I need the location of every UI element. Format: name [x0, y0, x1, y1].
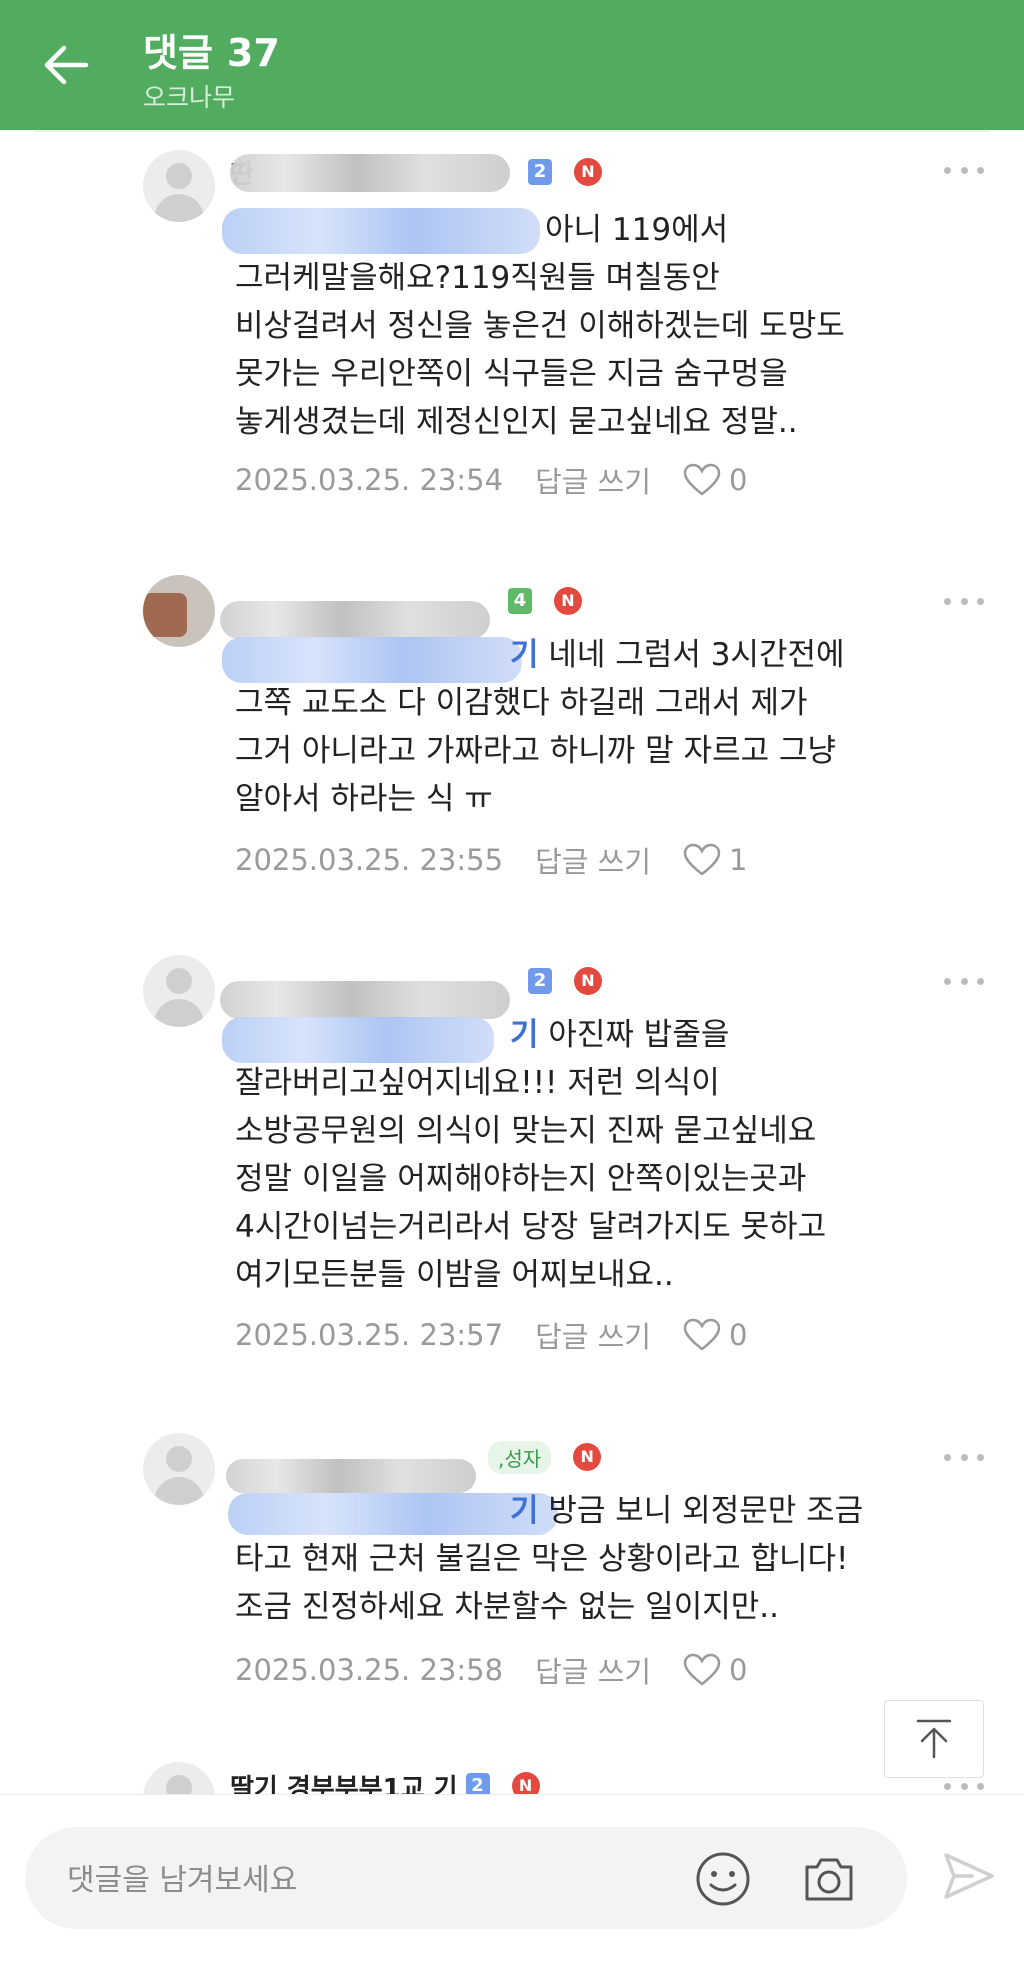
- new-badge: N: [573, 1443, 602, 1471]
- title-tag-badge: ,성자: [488, 1440, 552, 1474]
- like-button[interactable]: 0: [683, 463, 747, 497]
- smiley-icon[interactable]: [693, 1849, 753, 1909]
- new-badge: N: [574, 967, 602, 995]
- comment-text: 기 네네 그럼서 3시간전에 그쪽 교도소 다 이감했다 하길래 그래서 제가 …: [235, 637, 845, 817]
- comment-date: 2025.03.25. 23:55: [235, 843, 504, 877]
- reply-button[interactable]: 답글 쓰기: [535, 839, 651, 881]
- heart-outline-icon: [683, 463, 721, 496]
- heart-outline-icon: [683, 1318, 721, 1351]
- page-title: 댓글 37: [143, 22, 294, 77]
- comment-meta: 2025.03.25. 23:54 답글 쓰기 0: [235, 460, 747, 500]
- more-options-button[interactable]: [944, 591, 984, 611]
- comment-text: 기 아진짜 밥줄을 잘라버리고싶어지네요!!! 저런 의식이 소방공무원의 의식…: [235, 1017, 827, 1293]
- author-row: 4 N: [220, 581, 582, 639]
- send-icon[interactable]: [942, 1851, 996, 1901]
- scroll-top-button[interactable]: [884, 1700, 984, 1778]
- app-header: 댓글 37 오크나무: [0, 0, 1024, 130]
- author-name[interactable]: 딴: [230, 153, 520, 192]
- comment-text: 아니 119에서 그러케말을해요?119직원들 며칠동안 비상걸려서 정신을 놓…: [235, 212, 845, 440]
- like-button[interactable]: 0: [683, 1318, 747, 1352]
- comment-meta: 2025.03.25. 23:58 답글 쓰기 0: [235, 1650, 747, 1690]
- title-label: 댓글: [143, 31, 213, 75]
- more-options-button[interactable]: [944, 160, 984, 180]
- comment-count: 37: [226, 31, 280, 75]
- reply-to-mention[interactable]: 기: [510, 1017, 539, 1053]
- comment-input-container: [25, 1827, 907, 1929]
- reply-to-mention[interactable]: 기: [510, 1493, 539, 1529]
- reply-button[interactable]: 답글 쓰기: [535, 459, 651, 501]
- comment-date: 2025.03.25. 23:54: [235, 463, 504, 497]
- reply-to-mention[interactable]: 기: [510, 637, 539, 673]
- more-options-button[interactable]: [944, 971, 984, 991]
- like-count: 0: [729, 1653, 748, 1687]
- comment-text: 기 방금 보니 외정문만 조금 타고 현재 근처 불길은 막은 상황이라고 합니…: [235, 1493, 864, 1625]
- comment-date: 2025.03.25. 23:58: [235, 1653, 504, 1687]
- like-button[interactable]: 1: [683, 843, 747, 877]
- comment-meta: 2025.03.25. 23:57 답글 쓰기 0: [235, 1315, 747, 1355]
- reply-button[interactable]: 답글 쓰기: [535, 1314, 651, 1356]
- comment-date: 2025.03.25. 23:57: [235, 1318, 504, 1352]
- arrow-left-icon: [44, 45, 89, 85]
- avatar[interactable]: [143, 575, 215, 647]
- author-row: 딴 2 N: [230, 152, 602, 192]
- avatar[interactable]: [143, 955, 215, 1027]
- level-badge: 2: [528, 968, 552, 994]
- divider: [34, 130, 990, 132]
- avatar[interactable]: [143, 1433, 215, 1505]
- heart-outline-icon: [683, 843, 721, 876]
- reply-button[interactable]: 답글 쓰기: [535, 1649, 651, 1691]
- like-button[interactable]: 0: [683, 1653, 747, 1687]
- level-badge: 2: [528, 159, 552, 185]
- camera-icon[interactable]: [799, 1849, 859, 1909]
- more-options-button[interactable]: [944, 1776, 984, 1796]
- like-count: 0: [729, 463, 748, 497]
- avatar[interactable]: [143, 150, 215, 222]
- back-button[interactable]: [38, 40, 94, 90]
- blurred-author: [230, 153, 510, 192]
- comment-input[interactable]: [65, 1857, 669, 1903]
- more-options-button[interactable]: [944, 1447, 984, 1467]
- author-row: 2 N: [220, 961, 602, 1019]
- arrow-up-to-top-icon: [916, 1719, 952, 1759]
- author-row: ,성자 N: [226, 1437, 602, 1493]
- new-badge: N: [554, 587, 582, 615]
- new-badge: N: [574, 158, 602, 186]
- comment-meta: 2025.03.25. 23:55 답글 쓰기 1: [235, 840, 747, 880]
- like-count: 1: [729, 843, 748, 877]
- cafe-name: 오크나무: [143, 83, 236, 112]
- like-count: 0: [729, 1318, 748, 1352]
- comment-input-bar: [0, 1794, 1024, 1963]
- heart-outline-icon: [683, 1653, 721, 1686]
- level-badge: 4: [508, 588, 532, 614]
